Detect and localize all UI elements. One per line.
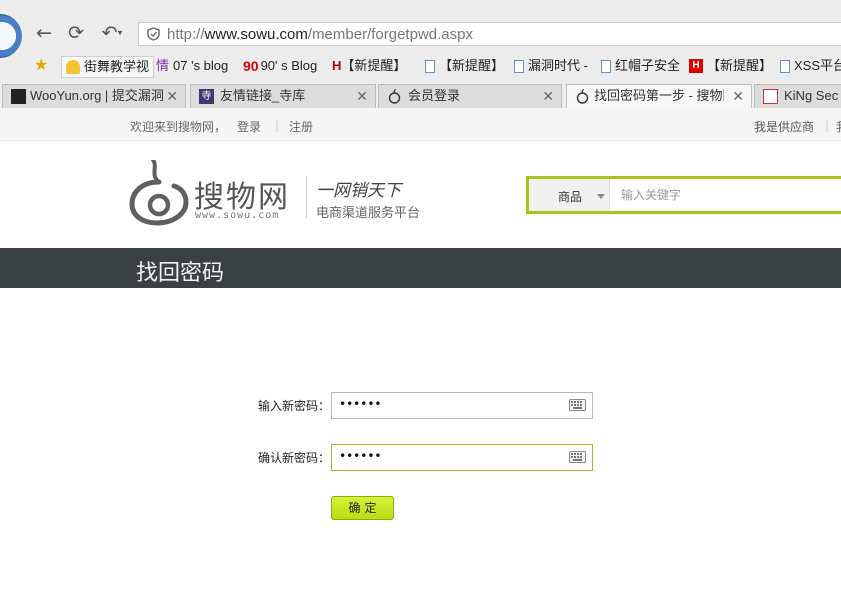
wooyun-favicon-icon: [11, 89, 26, 104]
bookmark-label: 90' s Blog: [260, 58, 318, 73]
bookmarks-bar: ★ 街舞教学视 情 07 's blog 90 90' s Blog H 【新提…: [0, 54, 841, 78]
keyboard-icon[interactable]: [569, 451, 586, 463]
star-icon[interactable]: ★: [34, 56, 48, 76]
login-link[interactable]: 登录: [237, 118, 261, 135]
search-input[interactable]: [621, 186, 821, 204]
forum-favicon-icon: H: [332, 58, 342, 73]
sowu-favicon-icon: [576, 89, 589, 104]
king-sec-favicon-icon: [763, 89, 778, 104]
refresh-icon[interactable]: ⟳: [65, 22, 87, 44]
new-password-label: 输入新密码：: [258, 399, 331, 413]
chevron-down-icon: [597, 194, 605, 199]
page-title-bar: 找回密码: [0, 248, 841, 288]
page-icon: [514, 59, 524, 73]
page-icon: [780, 59, 790, 73]
separator: |: [825, 118, 830, 132]
shield-icon: [147, 27, 160, 41]
register-link[interactable]: 注册: [289, 118, 313, 135]
back-icon[interactable]: ←: [33, 22, 55, 44]
bookmark-item[interactable]: 90 90' s Blog: [243, 56, 317, 76]
tab-label: KiNg Sec -: [784, 88, 841, 103]
more-link[interactable]: 我: [836, 118, 841, 135]
bookmark-item[interactable]: 漏洞时代 -: [514, 56, 588, 76]
bookmark-item[interactable]: 红帽子安全: [601, 56, 680, 76]
new-password-value: ••••••: [339, 397, 382, 411]
search-box: 商品: [526, 176, 841, 214]
url-text: http://www.sowu.com/member/forgetpwd.asp…: [167, 26, 473, 43]
tagline: 电商渠道服务平台: [316, 206, 421, 221]
tab-wooyun[interactable]: WooYun.org | 提交漏洞 ✕: [2, 84, 186, 108]
sowu-logo-icon[interactable]: [128, 160, 190, 226]
site-topbar: 欢迎来到搜物网， 登录 | 注册 我是供应商 | 我: [0, 108, 841, 141]
page-icon: [425, 59, 435, 73]
close-icon[interactable]: ✕: [163, 85, 178, 107]
confirm-button[interactable]: 确定: [331, 496, 394, 520]
logo-domain: www.sowu.com: [195, 210, 280, 221]
bookmark-item[interactable]: 情 07 's blog: [156, 56, 228, 76]
tab-label: 找回密码第一步 - 搜物网: [594, 88, 724, 103]
address-bar[interactable]: http://www.sowu.com/member/forgetpwd.asp…: [138, 22, 841, 46]
bookmark-item[interactable]: H 【新提醒】: [332, 56, 406, 76]
tab-friend-links[interactable]: 寺 友情链接_寺库 ✕: [190, 84, 376, 108]
bookmark-label: XSS平台: [794, 58, 841, 73]
bookmark-favicon-icon: [66, 60, 80, 74]
browser-logo-icon: [0, 14, 22, 58]
sowu-favicon-icon: [388, 89, 401, 104]
tab-member-login[interactable]: 会员登录 ✕: [378, 84, 562, 108]
bookmark-label: 【新提醒】: [439, 58, 505, 73]
confirm-password-value: ••••••: [339, 449, 382, 463]
new-password-field[interactable]: ••••••: [331, 392, 593, 419]
tab-forgot-password[interactable]: 找回密码第一步 - 搜物网 ✕: [566, 84, 752, 108]
browser-chrome: ← ⟳ ↶▾ http://www.sowu.com/member/forget…: [0, 0, 841, 108]
search-category-label: 商品: [558, 190, 583, 204]
close-icon[interactable]: ✕: [356, 85, 368, 107]
undo-close-tab-icon[interactable]: ↶▾: [97, 22, 127, 44]
bookmark-label: 红帽子安全: [615, 58, 681, 73]
close-icon[interactable]: ✕: [542, 85, 554, 107]
red-h-favicon-icon: H: [689, 59, 703, 73]
separator: |: [275, 118, 280, 132]
slogan: 一网销天下: [316, 181, 401, 201]
supplier-link[interactable]: 我是供应商: [754, 118, 814, 135]
bookmark-item[interactable]: 街舞教学视: [61, 56, 155, 78]
tab-label: 友情链接_寺库: [220, 88, 306, 103]
confirm-password-label: 确认新密码：: [258, 451, 331, 465]
bookmark-label: 【新提醒】: [707, 58, 773, 73]
bookmark-label: 【新提醒】: [341, 58, 407, 73]
bookmark-label: 漏洞时代 -: [528, 58, 588, 73]
logo-divider: [306, 176, 307, 218]
tab-strip: WooYun.org | 提交漏洞 ✕ 寺 友情链接_寺库 ✕ 会员登录 ✕ 找…: [0, 84, 841, 108]
bookmark-label: 07 's blog: [173, 58, 229, 73]
confirm-password-field[interactable]: ••••••: [331, 444, 593, 471]
tab-label: 会员登录: [408, 88, 461, 103]
welcome-text: 欢迎来到搜物网，: [130, 120, 227, 134]
bookmark-item[interactable]: H 【新提醒】: [689, 56, 772, 76]
page-icon: [601, 59, 611, 73]
tab-king-sec[interactable]: KiNg Sec -: [754, 84, 841, 108]
tab-label: WooYun.org | 提交漏洞: [30, 88, 164, 103]
page-title: 找回密码: [136, 261, 225, 286]
search-category-select[interactable]: 商品: [529, 179, 610, 211]
bookmark-label: 街舞教学视: [84, 59, 150, 74]
siku-favicon-icon: 寺: [199, 89, 214, 104]
bookmark-item[interactable]: 【新提醒】: [425, 56, 504, 76]
keyboard-icon[interactable]: [569, 399, 586, 411]
qing-favicon-icon: 情: [156, 58, 170, 73]
close-icon[interactable]: ✕: [729, 85, 744, 107]
ninety-favicon-icon: 90: [243, 58, 259, 74]
bookmark-item[interactable]: XSS平台: [780, 56, 841, 76]
